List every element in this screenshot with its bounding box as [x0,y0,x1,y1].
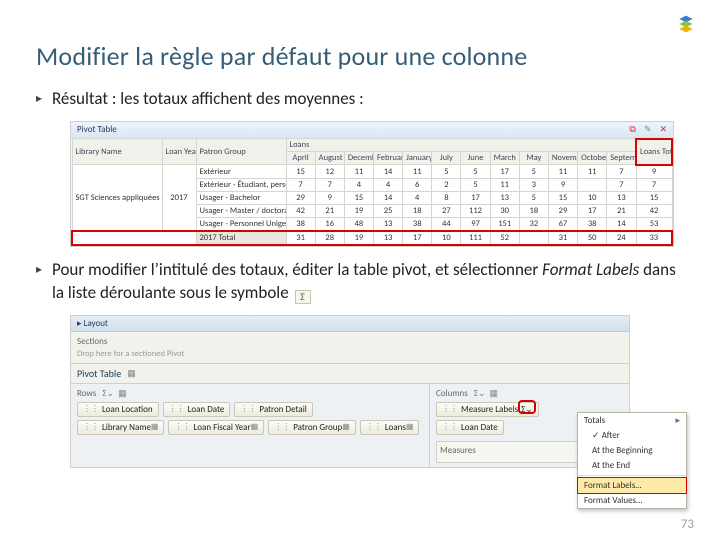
fig1-toolbar-icons: ⧉ ✎ ✕ [623,124,667,135]
properties-icon[interactable]: ▦ [490,388,499,399]
chip-row-value[interactable]: ⋮⋮Patron Group ▦ [268,420,356,435]
grip-icon: ⋮⋮ [442,422,458,432]
chip-row-value[interactable]: ⋮⋮Library Name ▦ [77,420,164,435]
fig1-month-header: October [578,152,607,165]
logo [676,14,696,34]
columns-label: Columns Σ⌄ ▦ [436,388,623,399]
fig1-month-header: February [373,152,402,165]
bullet-mark: ▸ [36,91,52,106]
figure-pivot-result: Pivot Table ⧉ ✎ ✕ Library Name Loan Year… [70,121,674,247]
fig1-month-header: August [315,152,344,165]
grip-icon: ⋮⋮ [174,422,190,432]
menu-after[interactable]: ✓ After [578,428,686,443]
fig1-month-header: January [403,152,432,165]
grip-icon: ⋮⋮ [240,404,256,414]
fig1-month-header: June [461,152,490,165]
bullet-2: Pour modifier l’intitulé des totaux, édi… [52,259,684,305]
page-title: Modifier la règle par défaut pour une co… [36,40,684,72]
fig1-month-header: November [548,152,577,165]
fig1-month-header: Septembe [607,152,636,165]
grip-icon: ⋮⋮ [442,404,458,414]
pencil-icon: ✎ [644,124,652,135]
chip-row-header[interactable]: ⋮⋮Loan Location [77,402,159,417]
close-icon: ✕ [659,124,667,135]
fig1-month-header: July [432,152,461,165]
fig1-title: Pivot Table [77,124,117,135]
properties-icon[interactable]: ▦ [127,368,136,379]
sigma-icon[interactable]: Σ⌄ [102,388,114,399]
bullet-1: Résultat : les totaux affichent des moye… [52,88,364,111]
chip-row-value[interactable]: ⋮⋮Loans ▦ [360,420,420,435]
sections-label: Sections [77,336,623,347]
fig1-month-header: May [519,152,548,165]
sections-hint: Drop here for a sectioned Pivot [77,349,623,359]
copy-icon: ⧉ [629,124,635,135]
table-row: SGT Sciences appliquées et2017Extérieur1… [72,165,672,179]
menu-format-labels[interactable]: Format Labels… [577,477,687,494]
chip-row-value[interactable]: ⋮⋮Loan Fiscal Year ▦ [168,420,264,435]
chip-measure-labels[interactable]: ⋮⋮Measure LabelsΣ⌄ [436,402,539,417]
fig1-month-header: December [344,152,373,165]
figure-layout-panel: ▸ Layout Sections Drop here for a sectio… [70,315,630,468]
fig1-month-header: March [490,152,519,165]
layout-header: ▸ Layout [71,316,629,332]
menu-totals[interactable]: Totals [578,413,686,428]
fig1-month-header: April [286,152,315,165]
grip-icon: ⋮⋮ [83,422,99,432]
page-number: 73 [681,517,694,532]
grip-icon: ⋮⋮ [274,422,290,432]
properties-icon[interactable]: ▦ [118,388,127,399]
chip-row-header[interactable]: ⋮⋮Patron Detail [234,402,313,417]
rows-label: Rows Σ⌄ ▦ [77,388,423,399]
grip-icon: ⋮⋮ [83,404,99,414]
sigma-icon[interactable]: Σ⌄ [474,388,486,399]
chip-loan-date[interactable]: ⋮⋮Loan Date [436,420,504,435]
sigma-dropdown-menu: Totals ✓ After At the Beginning At the E… [577,412,687,509]
bullet-mark: ▸ [36,262,52,277]
menu-at-beginning[interactable]: At the Beginning [578,443,686,458]
chip-row-header[interactable]: ⋮⋮Loan Date [163,402,231,417]
grip-icon: ⋮⋮ [169,404,185,414]
sigma-icon: Σ [295,290,311,304]
pivot-table-tab[interactable]: Pivot Table [77,367,121,380]
menu-at-end[interactable]: At the End [578,458,686,473]
menu-format-values[interactable]: Format Values… [578,493,686,508]
grip-icon: ⋮⋮ [366,422,382,432]
